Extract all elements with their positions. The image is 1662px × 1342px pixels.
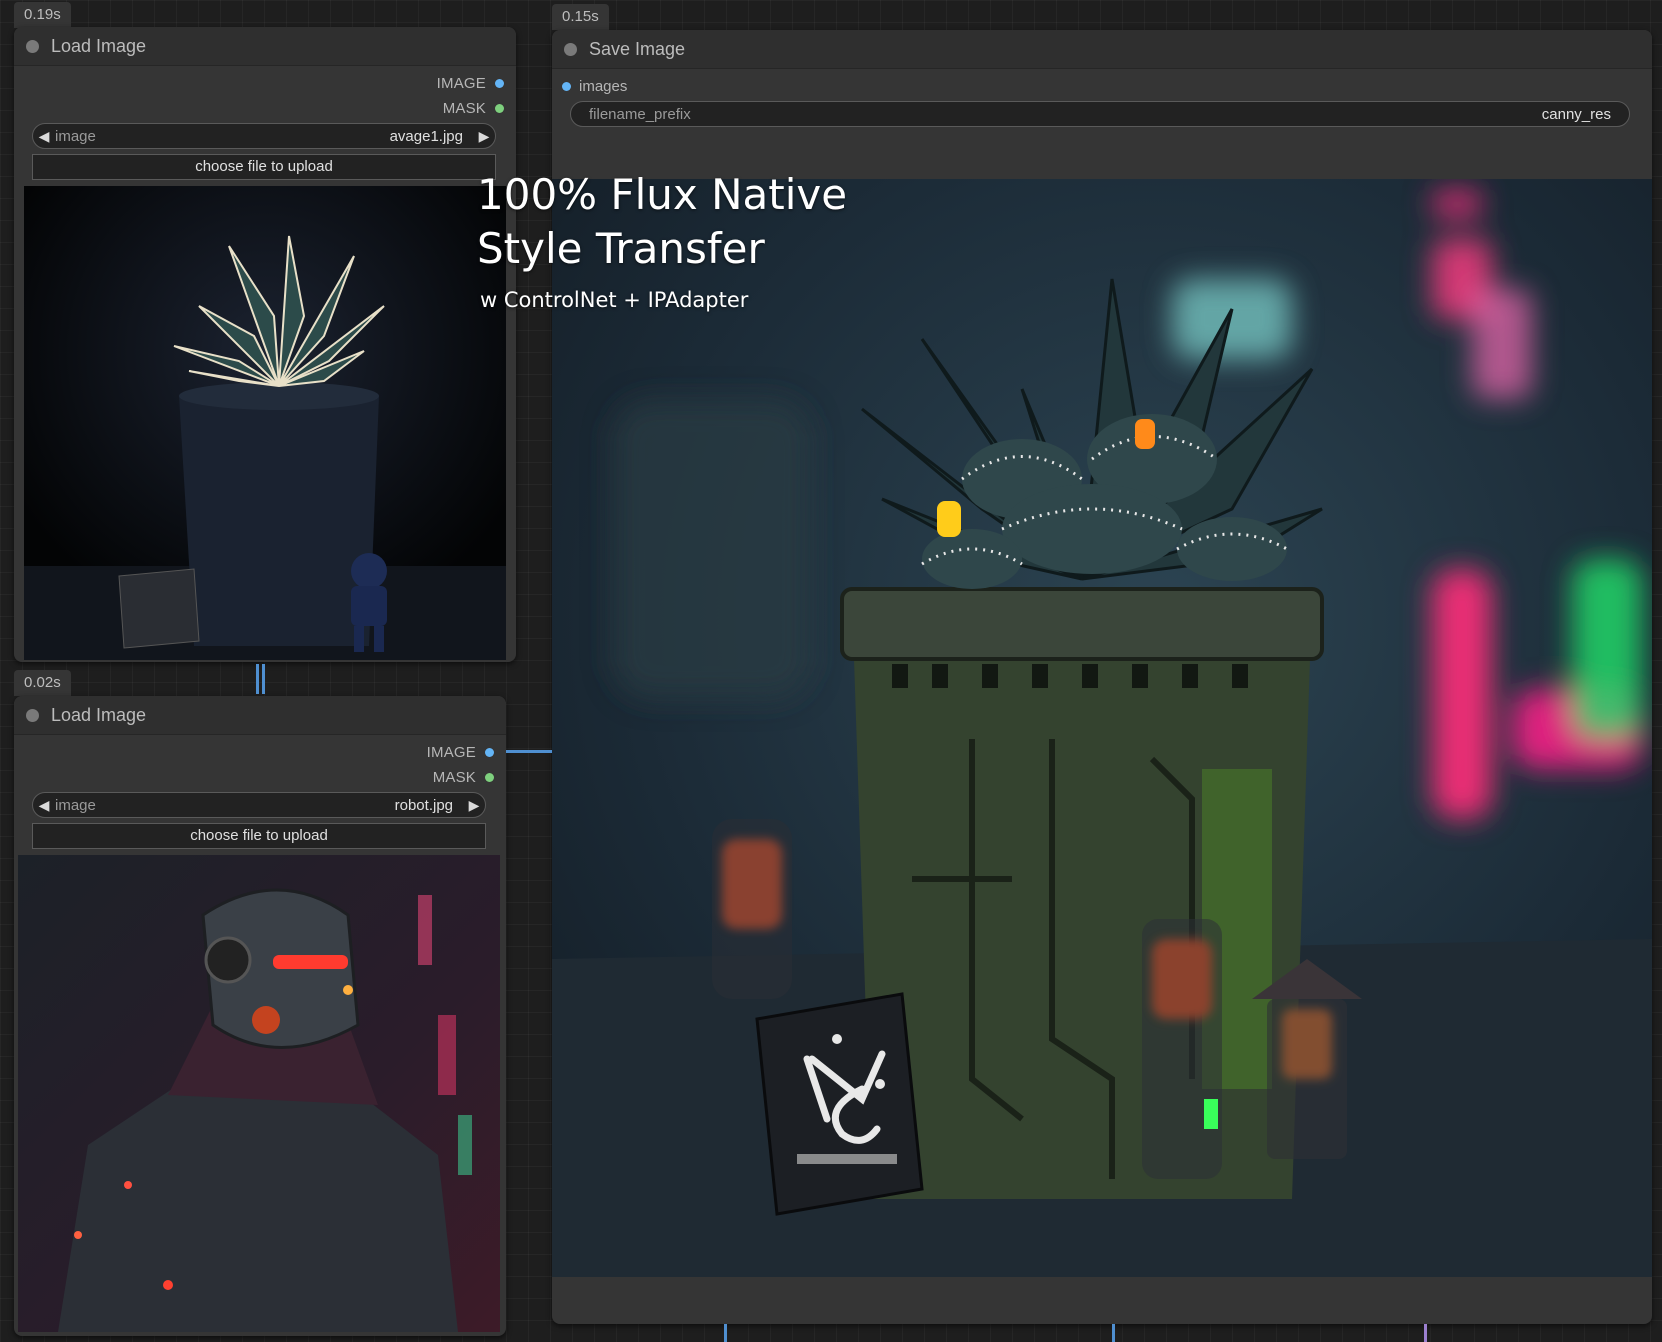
connection-link[interactable] — [1112, 1324, 1115, 1342]
output-image[interactable]: IMAGE — [437, 72, 504, 94]
field-value: canny_res — [1541, 105, 1611, 123]
collapse-dot-icon[interactable] — [26, 39, 39, 53]
image-socket-icon[interactable] — [485, 747, 494, 757]
image-preview — [24, 186, 506, 660]
node-header[interactable]: Load Image — [14, 27, 516, 66]
combo-label: image — [55, 796, 96, 814]
node-timing-badge: 0.19s — [14, 2, 71, 28]
mask-socket-icon[interactable] — [495, 103, 504, 113]
image-socket-icon[interactable] — [495, 78, 504, 88]
connection-link[interactable] — [256, 664, 259, 694]
node-title: Load Image — [51, 35, 147, 56]
node-timing-badge: 0.02s — [14, 670, 71, 696]
output-mask[interactable]: MASK — [433, 766, 494, 788]
arrow-left-icon[interactable]: ◀ — [33, 797, 55, 814]
upload-button[interactable]: choose file to upload — [32, 823, 486, 849]
agave-photo — [24, 186, 506, 660]
upload-button[interactable]: choose file to upload — [32, 154, 496, 180]
mask-socket-icon[interactable] — [485, 772, 494, 782]
arrow-left-icon[interactable]: ◀ — [33, 128, 55, 145]
overlay-title-line-1: 100% Flux Native — [477, 170, 848, 219]
connection-link[interactable] — [262, 664, 265, 694]
output-mask[interactable]: MASK — [443, 97, 504, 119]
connection-link[interactable] — [1424, 1324, 1427, 1342]
image-preview — [18, 855, 500, 1332]
output-image[interactable]: IMAGE — [427, 741, 494, 763]
combo-value: avage1.jpg — [389, 127, 463, 145]
field-label: filename_prefix — [589, 105, 691, 123]
collapse-dot-icon[interactable] — [26, 708, 39, 722]
combo-label: image — [55, 127, 96, 145]
collapse-dot-icon[interactable] — [564, 42, 577, 56]
arrow-right-icon[interactable]: ▶ — [473, 128, 495, 145]
output-image-preview — [552, 179, 1652, 1277]
image-select-combo[interactable]: ◀ image avage1.jpg ▶ — [32, 123, 496, 149]
load-image-node-2[interactable]: Load Image IMAGE MASK ◀ image robot.jpg … — [14, 696, 506, 1336]
image-socket-icon[interactable] — [562, 81, 571, 91]
node-timing-badge: 0.15s — [552, 4, 609, 30]
robot-photo — [18, 855, 500, 1332]
node-header[interactable]: Load Image — [14, 696, 506, 735]
cyberpunk-agave-image — [552, 179, 1652, 1277]
connection-link[interactable] — [724, 1324, 727, 1342]
input-images[interactable]: images — [562, 75, 627, 97]
node-title: Load Image — [51, 704, 147, 725]
load-image-node-1[interactable]: Load Image IMAGE MASK ◀ image avage1.jpg… — [14, 27, 516, 662]
save-image-node[interactable]: Save Image images filename_prefix canny_… — [477, 30, 1652, 1324]
filename-prefix-field[interactable]: filename_prefix canny_res — [570, 101, 1630, 127]
combo-value: robot.jpg — [394, 796, 453, 814]
node-header[interactable]: Save Image — [552, 30, 1652, 69]
overlay-subtitle: w ControlNet + IPAdapter — [480, 288, 749, 312]
arrow-right-icon[interactable]: ▶ — [463, 797, 485, 814]
overlay-title-line-2: Style Transfer — [477, 224, 765, 273]
node-title: Save Image — [589, 38, 686, 59]
image-select-combo[interactable]: ◀ image robot.jpg ▶ — [32, 792, 486, 818]
connection-link[interactable] — [506, 750, 552, 753]
